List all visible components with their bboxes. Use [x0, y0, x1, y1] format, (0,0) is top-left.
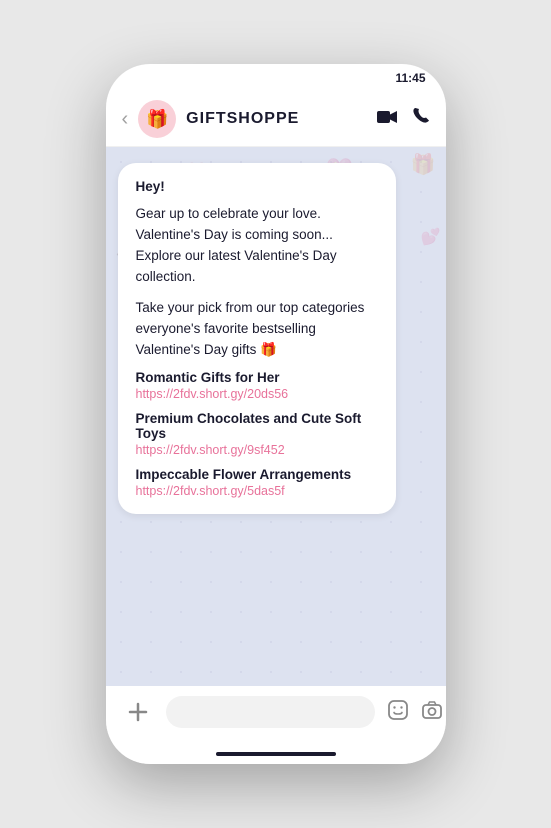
plus-button[interactable] — [122, 696, 154, 728]
input-bar — [106, 686, 446, 748]
status-time: 11:45 — [395, 71, 425, 85]
link-url-2[interactable]: https://2fdv.short.gy/9sf452 — [136, 443, 378, 457]
message-greeting: Hey! — [136, 179, 378, 194]
link-section-3: Impeccable Flower Arrangements https://2… — [136, 467, 378, 498]
app-name: GIFTSHOPPE — [186, 110, 365, 128]
phone-frame: 11:45 ‹ 🎁 GIFTSHOPPE � — [106, 64, 446, 764]
status-bar: 11:45 — [106, 64, 446, 92]
home-indicator-container — [106, 748, 446, 764]
link-title-2: Premium Chocolates and Cute Soft Toys — [136, 411, 378, 441]
phone-icon[interactable] — [412, 107, 430, 131]
link-title-3: Impeccable Flower Arrangements — [136, 467, 378, 482]
link-url-3[interactable]: https://2fdv.short.gy/5das5f — [136, 484, 378, 498]
home-indicator — [216, 752, 336, 756]
message-row: Hey! Gear up to celebrate your love. Val… — [118, 163, 434, 514]
link-url-1[interactable]: https://2fdv.short.gy/20ds56 — [136, 387, 378, 401]
link-section-1: Romantic Gifts for Her https://2fdv.shor… — [136, 370, 378, 401]
avatar-emoji: 🎁 — [146, 109, 168, 130]
message-input[interactable] — [166, 696, 375, 728]
sticker-icon[interactable] — [387, 699, 409, 726]
video-icon[interactable] — [376, 108, 398, 131]
back-button[interactable]: ‹ — [122, 108, 129, 131]
app-header: ‹ 🎁 GIFTSHOPPE — [106, 92, 446, 147]
message-body2: Take your pick from our top categories e… — [136, 298, 378, 361]
message-bubble: Hey! Gear up to celebrate your love. Val… — [118, 163, 396, 514]
camera-icon[interactable] — [421, 700, 443, 725]
link-section-2: Premium Chocolates and Cute Soft Toys ht… — [136, 411, 378, 457]
message-body1: Gear up to celebrate your love. Valentin… — [136, 204, 378, 288]
input-icons — [387, 699, 446, 726]
avatar: 🎁 — [138, 100, 176, 138]
header-icons — [376, 107, 430, 131]
chat-area: 🎁 ❤️ 🌹 💝 💌 🎀 🍫 🎁 💕 Hey! Gear up to celeb… — [106, 147, 446, 686]
link-title-1: Romantic Gifts for Her — [136, 370, 378, 385]
